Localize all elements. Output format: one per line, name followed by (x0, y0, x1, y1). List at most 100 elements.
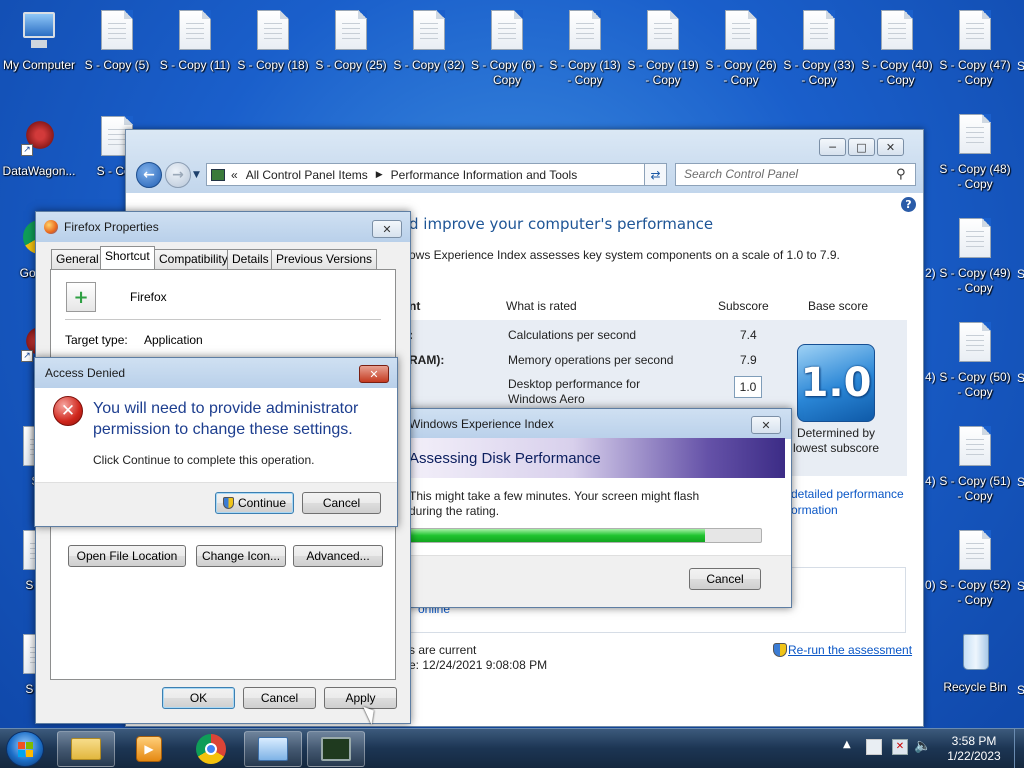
desktop-icon-label: S - Copy (50) - Copy (939, 370, 1011, 399)
desktop-icon[interactable]: S - Copy (47) - Copy (937, 10, 1013, 88)
volume-icon[interactable]: 🔈 (914, 738, 931, 754)
detailed-performance-link[interactable]: detailed performance (791, 487, 904, 501)
desktop-icon[interactable]: S - Copy (32) (391, 10, 467, 73)
desktop-icon[interactable]: S - Copy (18) (235, 10, 311, 73)
column-base-score: Base score (808, 299, 869, 313)
cancel-button[interactable]: Cancel (302, 492, 381, 514)
edge-label: S (1017, 683, 1024, 697)
uac-shield-icon (222, 497, 234, 509)
page-heading: d improve your computer's performance (409, 215, 714, 233)
desktop-icon-label: S - Copy (33) - Copy (783, 58, 855, 87)
control-panel-icon (211, 168, 225, 181)
recent-pages-icon[interactable]: ▼ (193, 170, 200, 180)
document-icon (957, 10, 993, 54)
back-button[interactable]: ← (136, 162, 162, 188)
forward-button[interactable]: → (165, 162, 191, 188)
start-button[interactable] (6, 731, 44, 767)
media-player-icon: ▶ (136, 736, 162, 762)
apply-button[interactable]: Apply (324, 687, 397, 709)
show-hidden-icons-icon[interactable]: ▲ (843, 739, 851, 750)
close-button[interactable]: ✕ (372, 220, 402, 238)
tab-compatibility[interactable]: Compatibility (154, 249, 233, 269)
search-input[interactable]: Search Control Panel (675, 163, 916, 186)
desktop-icon[interactable]: My Computer (1, 10, 77, 73)
desktop-icon[interactable]: S - Copy (52) - Copy (937, 530, 1013, 608)
desktop-icon[interactable]: S - Copy (11) (157, 10, 233, 73)
subscore-value: 1.0 (734, 376, 762, 398)
desktop-icon[interactable]: S - Copy (33) - Copy (781, 10, 857, 88)
desktop-icon[interactable]: S - Copy (51) - Copy (937, 426, 1013, 504)
base-score-tile[interactable]: 1.0 (797, 344, 875, 422)
desktop-icon[interactable]: S - Copy (25) (313, 10, 389, 73)
desktop-icon-label: S - Copy (18) (237, 58, 309, 72)
close-button[interactable]: ✕ (751, 416, 781, 434)
cancel-button[interactable]: Cancel (689, 568, 761, 590)
rerun-assessment-link[interactable]: Re-run the assessment (788, 643, 912, 657)
desktop-icon[interactable]: ↗ DataWagon... (1, 116, 77, 179)
computer-icon (21, 10, 57, 54)
address-bar[interactable]: « All Control Panel Items ▶ Performance … (206, 163, 664, 186)
desktop-icon-label: S - Copy (6) - Copy (470, 58, 543, 87)
search-icon[interactable]: ⚲ (896, 167, 906, 182)
breadcrumb-item[interactable]: All Control Panel Items (246, 168, 368, 182)
cancel-button[interactable]: Cancel (243, 687, 316, 709)
breadcrumb-prefix[interactable]: « (231, 168, 238, 182)
desktop-icon-label: S - Copy (5) (84, 58, 150, 72)
target-type-label: Target type: (65, 333, 128, 347)
performance-taskbar-button[interactable] (307, 731, 365, 767)
desktop-icon-label: S - Copy (52) - Copy (939, 578, 1011, 607)
chrome-taskbar-button[interactable] (182, 731, 240, 767)
explorer-taskbar-button[interactable] (57, 731, 115, 767)
network-icon[interactable]: ✕ (892, 739, 908, 755)
tab-details[interactable]: Details (227, 249, 274, 269)
open-file-location-button[interactable]: Open File Location (68, 545, 186, 567)
desktop-icon[interactable]: S - Copy (40) - Copy (859, 10, 935, 88)
desktop-icon[interactable]: S - Copy (13) - Copy (547, 10, 623, 88)
wei-banner-text: Assessing Disk Performance (409, 450, 601, 467)
control-panel-taskbar-button[interactable] (244, 731, 302, 767)
close-button[interactable]: ✕ (877, 138, 904, 156)
control-panel-icon (258, 737, 288, 761)
desktop-icon-label: DataWagon... (2, 164, 76, 178)
desktop-icon-label: S - Copy (11) (159, 58, 231, 72)
desktop-icon[interactable]: Recycle Bin (937, 632, 1013, 695)
desktop-icon[interactable]: S - Copy (48) - Copy (937, 114, 1013, 192)
detailed-performance-link-cont[interactable]: ormation (791, 503, 838, 517)
progress-bar (409, 528, 762, 543)
desktop-icon[interactable]: S - Copy (49) - Copy (937, 218, 1013, 296)
desktop-icon[interactable]: S - Copy (50) - Copy (937, 322, 1013, 400)
action-center-icon[interactable] (866, 739, 882, 755)
breadcrumb-item[interactable]: Performance Information and Tools (391, 168, 578, 182)
advanced-button[interactable]: Advanced... (293, 545, 383, 567)
change-icon-button[interactable]: Change Icon... (196, 545, 286, 567)
desktop-icon-label: S - Copy (19) - Copy (627, 58, 699, 87)
access-denied-message-line: permission to change these settings. (93, 421, 353, 438)
refresh-icon[interactable]: ⇄ (644, 163, 667, 186)
desktop-icon[interactable]: S - Copy (5) (79, 10, 155, 73)
clock[interactable]: 3:58 PM 1/22/2023 (945, 734, 1003, 764)
desktop-icon[interactable]: S - Copy (6) - Copy (469, 10, 545, 88)
minimize-button[interactable]: ─ (819, 138, 846, 156)
folder-icon (71, 738, 101, 760)
access-denied-message-line: You will need to provide administrator (93, 400, 359, 417)
media-player-taskbar-button[interactable]: ▶ (120, 731, 178, 767)
tab-general[interactable]: General (51, 249, 104, 269)
base-score-caption: Determined by lowest subscore (792, 426, 880, 455)
show-desktop-button[interactable] (1014, 729, 1024, 768)
target-type-value: Application (144, 333, 203, 347)
maximize-button[interactable]: □ (848, 138, 875, 156)
chevron-right-icon[interactable]: ▶ (376, 169, 383, 180)
document-icon (957, 114, 993, 158)
ok-button[interactable]: OK (162, 687, 235, 709)
intro-text: ows Experience Index assesses key system… (409, 248, 840, 262)
desktop-icon-label: S - Copy (47) - Copy (939, 58, 1011, 87)
desktop-icon[interactable]: S - Copy (19) - Copy (625, 10, 701, 88)
document-icon (99, 10, 135, 54)
continue-button[interactable]: Continue (215, 492, 294, 514)
help-icon[interactable]: ? (901, 197, 916, 212)
tab-shortcut[interactable]: Shortcut (100, 246, 155, 270)
desktop-icon[interactable]: S - Copy (26) - Copy (703, 10, 779, 88)
tab-previous-versions[interactable]: Previous Versions (271, 249, 378, 269)
close-button[interactable]: ✕ (359, 365, 389, 383)
